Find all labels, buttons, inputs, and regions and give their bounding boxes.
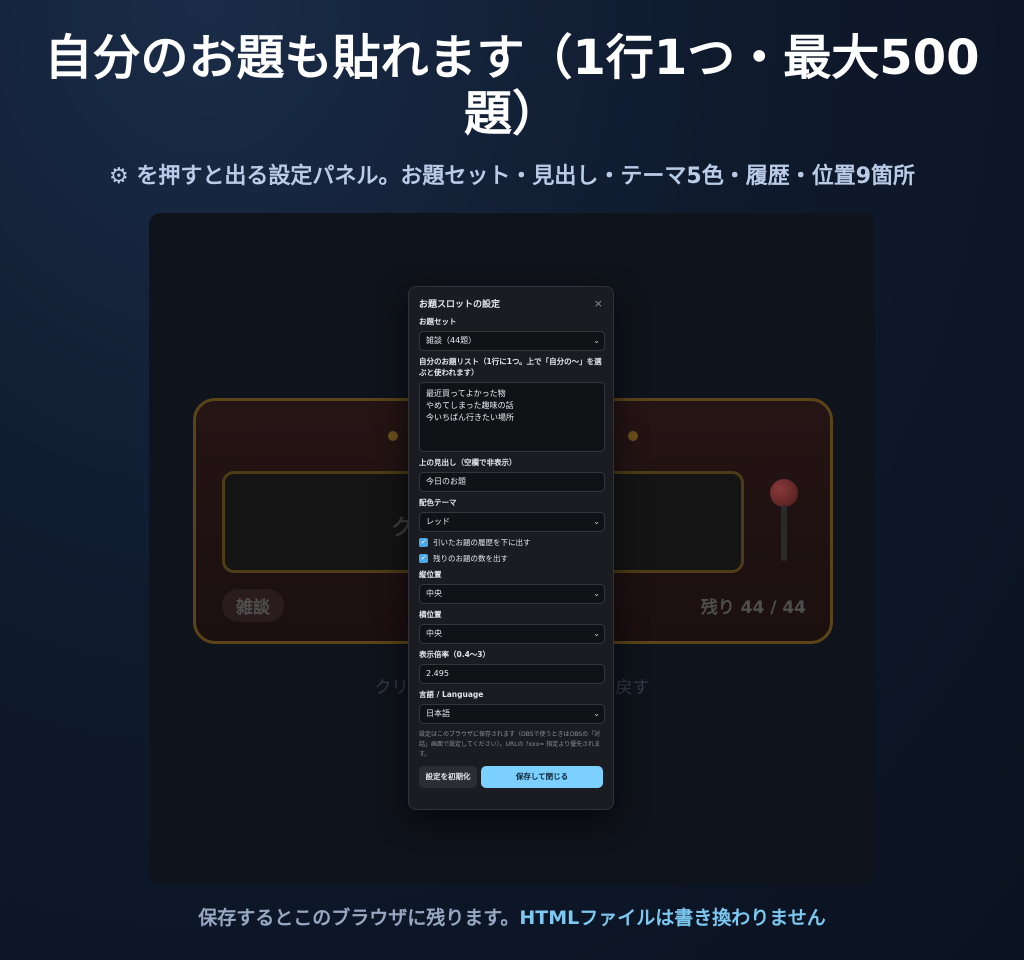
- footer-note: 保存するとこのブラウザに残ります。HTMLファイルは書き換わりません: [0, 903, 1024, 930]
- theme-select-value: レッド: [426, 517, 450, 526]
- custom-list-textarea[interactable]: 最近買ってよかった物 やめてしまった趣味の話 今いちばん行きたい場所: [419, 382, 605, 452]
- lang-label: 言語 / Language: [419, 690, 484, 699]
- lever-stick: [781, 505, 787, 561]
- scale-input[interactable]: 2.495: [419, 664, 605, 684]
- hpos-select[interactable]: 中央 ⌄: [419, 624, 605, 644]
- footer-highlight: HTMLファイルは書き換わりません: [519, 907, 826, 929]
- settings-panel: お題スロットの設定 × お題セット 雑談（44題） ⌄ 自分のお題リスト（1行に1…: [408, 286, 614, 810]
- remaining-count: 残り 44 / 44: [700, 598, 806, 618]
- lever-knob-icon[interactable]: [770, 479, 798, 507]
- heading-input[interactable]: 今日のお題: [419, 472, 605, 492]
- history-checkbox[interactable]: ✓: [419, 537, 428, 547]
- count-checkbox-label: 残りのお題の数を出す: [433, 553, 508, 563]
- vpos-select-value: 中央: [426, 589, 442, 598]
- save-close-button[interactable]: 保存して閉じる: [481, 766, 603, 788]
- close-icon[interactable]: ×: [594, 297, 603, 310]
- storage-note: 設定はこのブラウザに保存されます（OBSで使うときはOBSの「対話」画面で設定し…: [419, 731, 601, 758]
- heading-label: 上の見出し（空欄で非表示）: [419, 458, 517, 467]
- reset-button[interactable]: 設定を初期化: [419, 766, 477, 788]
- lang-select-value: 日本語: [426, 709, 450, 718]
- set-select[interactable]: 雑談（44題） ⌄: [419, 331, 605, 351]
- count-checkbox[interactable]: ✓: [419, 553, 428, 563]
- scale-label: 表示倍率（0.4〜3）: [419, 650, 491, 659]
- hpos-select-value: 中央: [426, 629, 442, 638]
- history-checkbox-row[interactable]: ✓ 引いたお題の履歴を下に出す: [419, 536, 603, 548]
- vpos-select[interactable]: 中央 ⌄: [419, 584, 605, 604]
- history-checkbox-label: 引いたお題の履歴を下に出す: [433, 537, 531, 547]
- lamp-icon: [628, 431, 638, 441]
- page-headline: 自分のお題も貼れます（1行1つ・最大500題）: [44, 30, 980, 142]
- lang-select[interactable]: 日本語 ⌄: [419, 704, 605, 724]
- lamp-icon: [388, 431, 398, 441]
- page-subline: ⚙ を押すと出る設定パネル。お題セット・見出し・テーマ5色・履歴・位置9箇所: [109, 164, 915, 189]
- custom-list-label: 自分のお題リスト（1行に1つ。上で「自分の〜」を選ぶと使われます）: [419, 357, 602, 377]
- set-badge: 雑談: [222, 589, 284, 622]
- theme-select[interactable]: レッド ⌄: [419, 512, 605, 532]
- theme-label: 配色テーマ: [419, 498, 457, 507]
- set-select-value: 雑談（44題）: [426, 336, 477, 345]
- set-label: お題セット: [419, 317, 457, 326]
- chevron-down-icon: ⌄: [593, 517, 600, 526]
- footer-text: 保存するとこのブラウザに残ります。: [198, 907, 520, 929]
- vpos-label: 縦位置: [419, 570, 442, 579]
- hpos-label: 横位置: [419, 610, 442, 619]
- chevron-down-icon: ⌄: [593, 589, 600, 598]
- count-checkbox-row[interactable]: ✓ 残りのお題の数を出す: [419, 552, 603, 564]
- panel-title: お題スロットの設定: [419, 299, 501, 310]
- chevron-down-icon: ⌄: [593, 709, 600, 718]
- chevron-down-icon: ⌄: [593, 336, 600, 345]
- chevron-down-icon: ⌄: [593, 629, 600, 638]
